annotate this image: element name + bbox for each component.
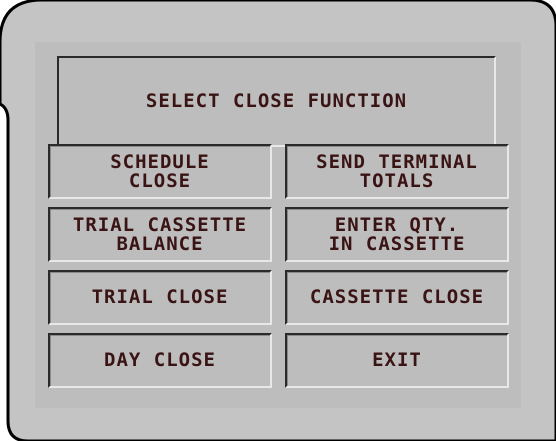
enter-qty-in-cassette-button[interactable]: ENTER QTY. IN CASSETTE [285, 207, 509, 262]
trial-close-button[interactable]: TRIAL CLOSE [48, 270, 272, 325]
send-terminal-totals-button[interactable]: SEND TERMINAL TOTALS [285, 144, 509, 199]
cassette-close-button[interactable]: CASSETTE CLOSE [285, 270, 509, 325]
trial-cassette-balance-button[interactable]: TRIAL CASSETTE BALANCE [48, 207, 272, 262]
schedule-close-button[interactable]: SCHEDULE CLOSE [48, 144, 272, 199]
exit-button[interactable]: EXIT [285, 333, 509, 388]
screen-title: SELECT CLOSE FUNCTION [57, 56, 496, 147]
day-close-button[interactable]: DAY CLOSE [48, 333, 272, 388]
